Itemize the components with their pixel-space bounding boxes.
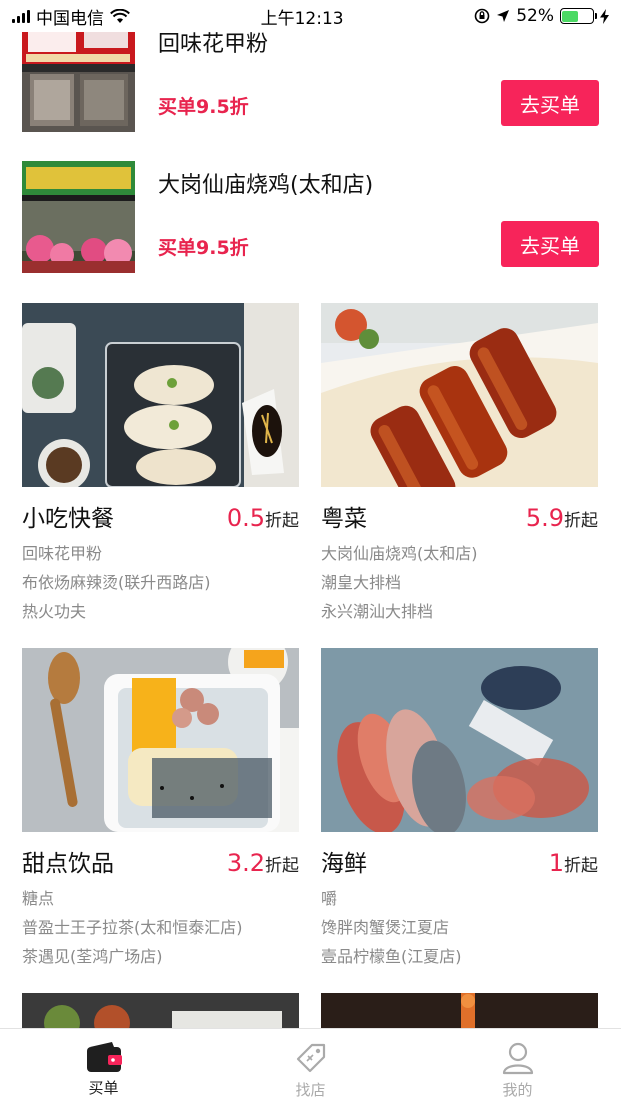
store-thumbnail bbox=[22, 20, 135, 132]
battery-percent: 52% bbox=[516, 6, 554, 26]
location-icon bbox=[497, 10, 510, 22]
shop-name[interactable]: 大岗仙庙烧鸡(太和店) bbox=[321, 539, 598, 568]
category-image bbox=[321, 993, 598, 1033]
tag-icon bbox=[296, 1043, 325, 1073]
category-discount: 0.5折起 bbox=[226, 504, 299, 532]
tab-label: 找店 bbox=[295, 1081, 326, 1099]
category-shop-list: 回味花甲粉 布依炀麻辣烫(联升西路店) 热火功夫 bbox=[22, 539, 299, 626]
battery-icon bbox=[559, 8, 597, 24]
store-name[interactable]: 大岗仙庙烧鸡(太和店) bbox=[158, 167, 373, 199]
category-title: 小吃快餐 bbox=[22, 506, 114, 532]
pay-button[interactable]: 去买单 bbox=[501, 221, 599, 267]
shop-name[interactable]: 潮皇大排档 bbox=[321, 568, 598, 597]
user-icon bbox=[502, 1042, 533, 1075]
category-shop-list: 糖点 普盈士王子拉茶(太和恒泰汇店) 茶遇见(荃鸿广场店) bbox=[22, 884, 299, 971]
shop-name[interactable]: 糖点 bbox=[22, 884, 299, 913]
store-discount: 买单9.5折 bbox=[158, 96, 249, 118]
shop-name[interactable]: 茶遇见(荃鸿广场店) bbox=[22, 942, 299, 971]
shop-name[interactable]: 布依炀麻辣烫(联升西路店) bbox=[22, 568, 299, 597]
pay-button[interactable]: 去买单 bbox=[501, 80, 599, 126]
tab-pay[interactable]: 买单 bbox=[0, 1029, 207, 1104]
tab-label: 买单 bbox=[88, 1079, 119, 1097]
category-card-desserts[interactable]: 甜点饮品 3.2折起 糖点 普盈士王子拉茶(太和恒泰汇店) 茶遇见(荃鸿广场店) bbox=[22, 648, 299, 971]
store-discount: 买单9.5折 bbox=[158, 237, 249, 259]
shop-name[interactable]: 壹品柠檬鱼(江夏店) bbox=[321, 942, 598, 971]
category-image bbox=[22, 648, 299, 832]
category-card-seafood[interactable]: 海鲜 1折起 嚼 馋胖肉蟹煲江夏店 壹品柠檬鱼(江夏店) bbox=[321, 648, 598, 971]
category-image bbox=[22, 303, 299, 487]
bottom-tab-bar: 买单 找店 我的 bbox=[0, 1028, 621, 1104]
tab-find-store[interactable]: 找店 bbox=[207, 1029, 414, 1104]
shop-name[interactable]: 嚼 bbox=[321, 884, 598, 913]
orientation-lock-icon bbox=[474, 8, 490, 24]
shop-name[interactable]: 热火功夫 bbox=[22, 597, 299, 626]
clock: 上午12:13 bbox=[260, 8, 344, 29]
category-title: 甜点饮品 bbox=[22, 851, 114, 877]
store-thumbnail bbox=[22, 161, 135, 273]
category-shop-list: 大岗仙庙烧鸡(太和店) 潮皇大排档 永兴潮汕大排档 bbox=[321, 539, 598, 626]
category-discount: 3.2折起 bbox=[226, 849, 299, 877]
store-item[interactable]: 回味花甲粉 买单9.5折 去买单 bbox=[22, 20, 599, 132]
category-shop-list: 嚼 馋胖肉蟹煲江夏店 壹品柠檬鱼(江夏店) bbox=[321, 884, 598, 971]
shop-name[interactable]: 回味花甲粉 bbox=[22, 539, 299, 568]
store-item[interactable]: 大岗仙庙烧鸡(太和店) 买单9.5折 去买单 bbox=[22, 161, 599, 273]
category-image bbox=[22, 993, 299, 1033]
charging-icon bbox=[599, 8, 609, 24]
shop-name[interactable]: 永兴潮汕大排档 bbox=[321, 597, 598, 626]
category-discount: 1折起 bbox=[548, 849, 598, 877]
category-title: 粤菜 bbox=[321, 506, 367, 532]
shop-name[interactable]: 馋胖肉蟹煲江夏店 bbox=[321, 913, 598, 942]
category-image bbox=[321, 303, 598, 487]
tab-label: 我的 bbox=[502, 1081, 533, 1099]
category-title: 海鲜 bbox=[321, 851, 367, 877]
shop-name[interactable]: 普盈士王子拉茶(太和恒泰汇店) bbox=[22, 913, 299, 942]
tab-me[interactable]: 我的 bbox=[414, 1029, 621, 1104]
category-card-cantonese[interactable]: 粤菜 5.9折起 大岗仙庙烧鸡(太和店) 潮皇大排档 永兴潮汕大排档 bbox=[321, 303, 598, 626]
category-discount: 5.9折起 bbox=[525, 504, 598, 532]
wallet-icon bbox=[86, 1042, 122, 1072]
signal-icon bbox=[12, 9, 30, 23]
category-card-snacks[interactable]: 小吃快餐 0.5折起 回味花甲粉 布依炀麻辣烫(联升西路店) 热火功夫 bbox=[22, 303, 299, 626]
status-bar: 中国电信 上午12:13 52% bbox=[0, 0, 621, 32]
category-card-next[interactable] bbox=[22, 993, 299, 1033]
wifi-icon bbox=[110, 8, 130, 23]
category-card-next[interactable] bbox=[321, 993, 598, 1033]
carrier-label: 中国电信 bbox=[36, 8, 104, 29]
category-image bbox=[321, 648, 598, 832]
